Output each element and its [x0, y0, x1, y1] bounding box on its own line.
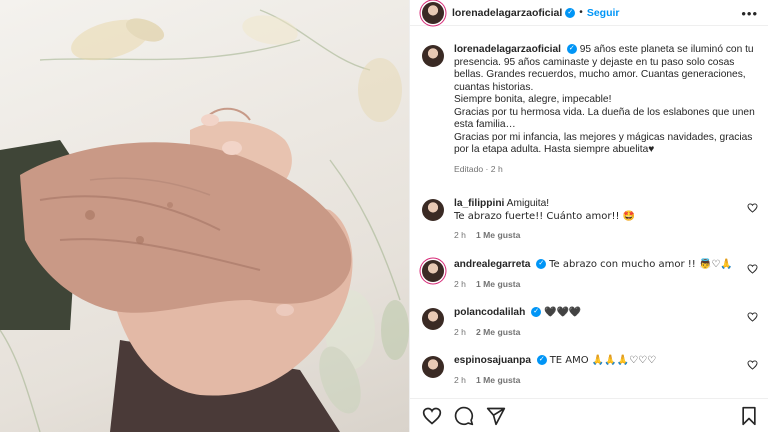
verified-badge-icon: ✓ — [531, 307, 542, 318]
share-icon[interactable] — [486, 406, 506, 426]
comment-meta: 2 h 1 Me gusta — [454, 374, 758, 387]
caption-meta: Editado · 2 h — [454, 163, 503, 174]
comment-likes[interactable]: 1 Me gusta — [476, 375, 520, 385]
verified-badge-icon: ✓ — [565, 7, 576, 18]
avatar[interactable] — [422, 45, 444, 67]
post-panel: lorenadelagarzaoficial ✓ • Seguir ••• lo… — [409, 0, 768, 432]
avatar[interactable] — [422, 356, 444, 378]
comment-meta: 2 h 1 Me gusta — [454, 278, 758, 291]
comment-item: espinosajuanpa ✓ TE AMO 🙏🙏🙏♡♡♡ 2 h 1 Me g… — [422, 355, 758, 386]
verified-badge-icon: ✓ — [536, 259, 547, 270]
separator-dot: • — [579, 7, 583, 18]
comment-meta: 2 h 1 Me gusta — [454, 229, 758, 242]
comment-body: polancodalilah ✓ 🖤🖤🖤 2 h 2 Me gusta — [454, 307, 758, 338]
caption-line-3: Gracias por tu hermosa vida. La dueña de… — [454, 106, 755, 131]
post-actions-bar — [410, 398, 768, 432]
comment-text: TE AMO 🙏🙏🙏♡♡♡ — [549, 355, 657, 366]
bookmark-icon[interactable] — [740, 406, 758, 426]
heart-icon[interactable] — [747, 264, 758, 274]
caption-line-2: Siempre bonita, alegre, impecable! — [454, 94, 612, 105]
comment-username[interactable]: la_filippini — [454, 198, 504, 209]
holding-hands-illustration — [0, 9, 409, 432]
comment-time: 2 h — [454, 326, 466, 337]
post-header: lorenadelagarzaoficial ✓ • Seguir ••• — [410, 0, 768, 26]
comment-item: la_filippini Amiguita! Te abrazo fuerte!… — [422, 198, 758, 242]
comment-time: 2 h — [454, 374, 466, 385]
comments-list[interactable]: lorenadelagarzaoficial ✓ 95 años este pl… — [410, 38, 768, 396]
comment-text: Amiguita! — [506, 198, 550, 209]
heart-icon[interactable] — [747, 203, 758, 213]
comment-username[interactable]: polancodalilah — [454, 307, 525, 318]
avatar[interactable] — [422, 199, 444, 221]
verified-badge-icon: ✓ — [566, 44, 577, 55]
comment-text: Te abrazo con mucho amor !! 👼♡🙏 — [549, 259, 733, 270]
comment-time: 2 h — [454, 230, 466, 240]
caption-line-4: Gracias por mi infancia, las mejores y m… — [454, 131, 753, 156]
comment-item: andrealegarreta ✓ Te abrazo con mucho am… — [422, 259, 758, 290]
comment-username[interactable]: andrealegarreta — [454, 259, 530, 270]
comment-item: polancodalilah ✓ 🖤🖤🖤 2 h 2 Me gusta — [422, 307, 758, 338]
comment-likes[interactable]: 2 Me gusta — [476, 327, 520, 337]
avatar[interactable] — [422, 260, 444, 282]
heart-icon[interactable] — [422, 406, 442, 426]
instagram-post-modal: lorenadelagarzaoficial ✓ • Seguir ••• lo… — [0, 0, 768, 432]
caption-body: lorenadelagarzaoficial ✓ 95 años este pl… — [454, 44, 758, 175]
verified-badge-icon: ✓ — [536, 355, 547, 366]
avatar[interactable] — [422, 308, 444, 330]
post-author-username[interactable]: lorenadelagarzaoficial — [452, 7, 562, 19]
comment-text: Te abrazo fuerte!! Cuánto amor!! 🤩 — [454, 210, 636, 222]
comment-time: 2 h — [454, 278, 466, 289]
comment-likes[interactable]: 1 Me gusta — [476, 279, 520, 289]
caption: lorenadelagarzaoficial ✓ 95 años este pl… — [422, 44, 758, 175]
comment-meta: 2 h 2 Me gusta — [454, 326, 758, 339]
caption-username[interactable]: lorenadelagarzaoficial — [454, 44, 561, 55]
post-photo — [0, 0, 409, 432]
comment-username[interactable]: espinosajuanpa — [454, 355, 531, 366]
comment-icon[interactable] — [454, 406, 474, 426]
heart-icon[interactable] — [747, 360, 758, 370]
comment-body: espinosajuanpa ✓ TE AMO 🙏🙏🙏♡♡♡ 2 h 1 Me g… — [454, 355, 758, 386]
comment-text: 🖤🖤🖤 — [544, 307, 582, 318]
comment-likes[interactable]: 1 Me gusta — [476, 230, 520, 240]
follow-button[interactable]: Seguir — [587, 7, 620, 19]
more-options-icon[interactable]: ••• — [741, 6, 758, 21]
caption-line-1: lorenadelagarzaoficial ✓ 95 años este pl… — [454, 44, 758, 94]
comment-body: andrealegarreta ✓ Te abrazo con mucho am… — [454, 259, 758, 290]
heart-icon[interactable] — [747, 312, 758, 322]
comment-body: la_filippini Amiguita! Te abrazo fuerte!… — [454, 198, 758, 242]
avatar[interactable] — [422, 1, 444, 24]
